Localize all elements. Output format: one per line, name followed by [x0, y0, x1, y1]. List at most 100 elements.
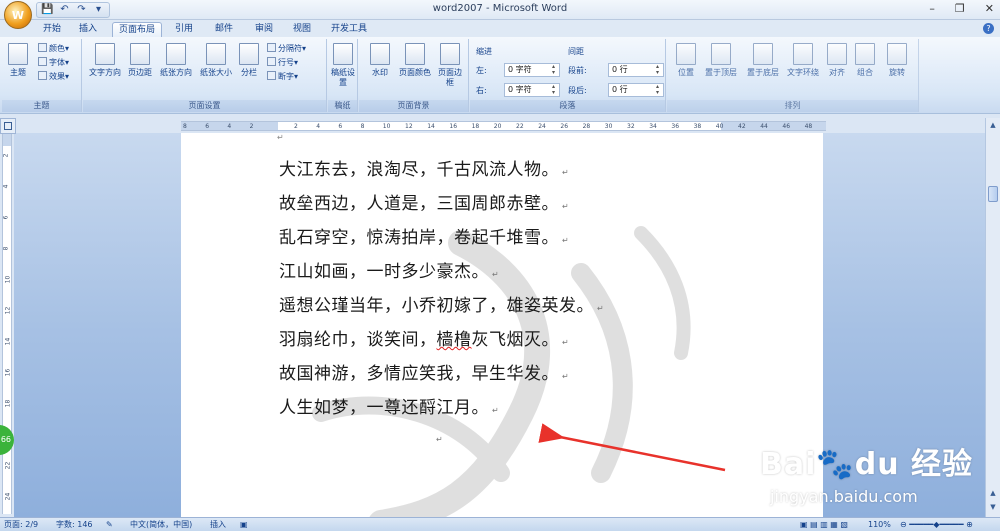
send-to-back-button[interactable]: 置于底层	[743, 43, 783, 78]
ruler-tick: 38	[693, 123, 702, 130]
word-count[interactable]: 字数: 146	[56, 518, 93, 531]
columns-icon	[239, 43, 259, 65]
language-indicator[interactable]: 中文(简体，中国)	[130, 518, 192, 531]
position-button[interactable]: 位置	[673, 43, 699, 78]
spacing-label: 间距	[568, 47, 584, 56]
insert-mode[interactable]: 插入	[210, 518, 226, 531]
poem-line-4[interactable]: 江山如画，一时多少豪杰。 ↵	[279, 257, 499, 282]
ruler-tick: 46	[782, 123, 791, 130]
draft-settings-button[interactable]: 稿纸设置	[330, 43, 356, 88]
view-buttons[interactable]: ▣ ▤ ▥ ▦ ▧	[800, 518, 848, 531]
minimize-button[interactable]: –	[929, 2, 935, 15]
breaks-button[interactable]: 分隔符▾	[267, 43, 306, 54]
help-icon[interactable]: ?	[983, 23, 994, 34]
restore-button[interactable]: ❐	[955, 2, 965, 15]
ruler-tick: 2	[249, 123, 254, 130]
columns-button[interactable]: 分栏	[237, 43, 261, 78]
theme-button[interactable]: 主题	[6, 43, 30, 78]
vertical-ruler[interactable]: 24681012141618202224	[2, 134, 12, 514]
tab-mailings[interactable]: 邮件	[210, 22, 238, 37]
page-count[interactable]: 页面: 2/9	[4, 518, 38, 531]
indent-left-input[interactable]: 0 字符	[504, 63, 560, 77]
ruler-tick: 24	[538, 123, 546, 130]
tab-references[interactable]: 引用	[170, 22, 198, 37]
ruler-tick: 32	[627, 123, 635, 130]
poem-line-8[interactable]: 人生如梦，一尊还酹江月。 ↵	[279, 393, 499, 418]
tab-page-layout[interactable]: 页面布局	[112, 22, 162, 37]
bring-to-front-button[interactable]: 置于顶层	[701, 43, 741, 78]
send-to-back-icon	[753, 43, 773, 65]
watermark-button[interactable]: 水印	[365, 43, 395, 78]
colors-icon	[38, 43, 47, 52]
ruler-tick: 8	[2, 246, 10, 251]
align-icon	[827, 43, 847, 65]
poem-line-3[interactable]: 乱石穿空，惊涛拍岸，卷起千堆雪。 ↵	[279, 223, 569, 248]
text-direction-icon	[95, 43, 115, 65]
ruler-tick: 48	[804, 123, 813, 130]
paragraph-mark: ↵	[277, 133, 284, 142]
ruler-tick: 28	[582, 123, 591, 130]
tab-view[interactable]: 视图	[288, 22, 316, 37]
group-button[interactable]: 组合	[853, 43, 877, 78]
spacing-after-input[interactable]: 0 行	[608, 83, 664, 97]
close-button[interactable]: ✕	[985, 2, 994, 15]
ruler-tick: 36	[671, 123, 680, 130]
tab-review[interactable]: 审阅	[250, 22, 278, 37]
align-button[interactable]: 对齐	[825, 43, 849, 78]
horizontal-ruler[interactable]: 8 6 4 2 2 4 6 8 10 12 14 16 18 20 22 24 26 28 30 32 34 36 38 40…	[181, 121, 826, 131]
size-button[interactable]: 纸张大小	[197, 43, 235, 78]
indent-left-label: 左:	[476, 66, 487, 75]
paragraph-group: 缩进 左: 0 字符 右: 0 字符 间距 段前: 0 行 段后: 0 行 段落	[470, 39, 666, 112]
scrollbar-thumb[interactable]	[988, 186, 998, 202]
tab-home[interactable]: 开始	[38, 22, 66, 37]
colors-button[interactable]: 颜色▾	[38, 43, 69, 54]
rotate-icon	[887, 43, 907, 65]
ruler-tick: 26	[560, 123, 569, 130]
hyphenation-icon	[267, 71, 276, 80]
poem-line-2[interactable]: 故垒西边，人道是，三国周郎赤壁。 ↵	[279, 189, 569, 214]
watermark-icon	[370, 43, 390, 65]
spelling-error-word[interactable]: 樯橹	[437, 330, 472, 350]
page-borders-button[interactable]: 页面边框	[437, 43, 463, 88]
document-page[interactable]: ↵ 大江东去，浪淘尽，千古风流人物。 ↵ 故垒西边，人道是，三国周郎赤壁。 ↵ 乱石…	[181, 133, 823, 517]
zoom-slider[interactable]: ⊖ ━━━━━◆━━━━━ ⊕	[900, 518, 973, 531]
scroll-up-icon[interactable]: ▲	[987, 120, 999, 130]
ruler-tick: 8	[360, 123, 365, 130]
paper-size-icon	[206, 43, 226, 65]
poem-line-6[interactable]: 羽扇纶巾，谈笑间，樯橹灰飞烟灭。 ↵	[279, 325, 569, 350]
line-numbers-button[interactable]: 行号▾	[267, 57, 298, 68]
window-title: word2007 - Microsoft Word	[432, 3, 568, 14]
effects-icon	[38, 71, 47, 80]
fonts-button[interactable]: 字体▾	[38, 57, 69, 68]
position-icon	[676, 43, 696, 65]
text-direction-button[interactable]: 文字方向	[87, 43, 123, 78]
indent-right-input[interactable]: 0 字符	[504, 83, 560, 97]
spacing-before-input[interactable]: 0 行	[608, 63, 664, 77]
effects-button[interactable]: 效果▾	[38, 71, 69, 82]
tab-insert[interactable]: 插入	[74, 22, 102, 37]
title-bar: 💾 ↶ ↷ ▾ word2007 - Microsoft Word – ❐ ✕	[0, 0, 1000, 20]
draft-group-label: 稿纸	[328, 100, 357, 112]
poem-line-5[interactable]: 遥想公瑾当年，小乔初嫁了，雄姿英发。 ↵	[279, 291, 604, 316]
page-color-button[interactable]: 页面颜色	[395, 43, 435, 78]
proofing-icon[interactable]: ✎	[106, 518, 113, 531]
tab-selector[interactable]	[0, 118, 16, 134]
page-setup-group: 文字方向 页边距 纸张方向 纸张大小 分栏 分隔符▾ 行号▾ 断字▾ 页面设置	[83, 39, 327, 112]
hyphenation-button[interactable]: 断字▾	[267, 71, 298, 82]
theme-icon	[8, 43, 28, 65]
macro-record-icon[interactable]: ▣	[240, 518, 248, 531]
margins-button[interactable]: 页边距	[125, 43, 155, 78]
orientation-button[interactable]: 纸张方向	[157, 43, 195, 78]
theme-group-label: 主题	[2, 100, 81, 112]
zoom-level[interactable]: 110%	[868, 518, 891, 531]
ruler-tick: 20	[493, 123, 502, 130]
tab-developer[interactable]: 开发工具	[326, 22, 372, 37]
ruler-top-margin	[3, 134, 11, 146]
text-wrapping-button[interactable]: 文字环绕	[783, 43, 823, 78]
poem-line-1[interactable]: 大江东去，浪淘尽，千古风流人物。 ↵	[279, 155, 569, 180]
office-button[interactable]: W	[4, 1, 32, 29]
poem-line-7[interactable]: 故国神游，多情应笑我，早生华发。 ↵	[279, 359, 569, 384]
line-numbers-icon	[267, 57, 276, 66]
status-bar: 页面: 2/9 字数: 146 ✎ 中文(简体，中国) 插入 ▣ ▣ ▤ ▥ ▦…	[0, 517, 1000, 531]
rotate-button[interactable]: 旋转	[885, 43, 909, 78]
